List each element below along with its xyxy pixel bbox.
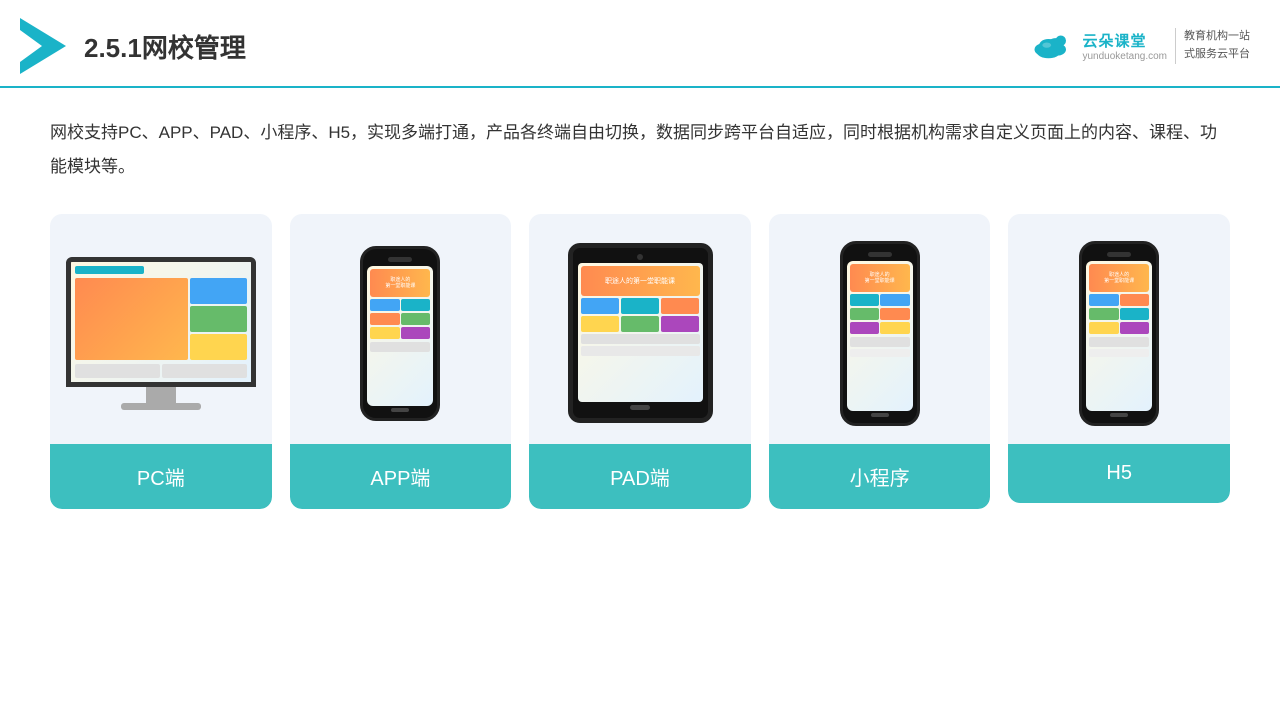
phone-screen-app: 职途人的第一堂职能课 <box>367 266 433 406</box>
phone-home-mini <box>871 413 889 417</box>
phone-screen-h5: 职途人的第一堂职能课 <box>1086 261 1152 411</box>
phone-mockup-app: 职途人的第一堂职能课 <box>360 246 440 421</box>
card-miniprogram: 职途人的第一堂职能课 <box>769 214 991 509</box>
brand-name: 云朵课堂 <box>1082 30 1146 51</box>
pc-screen <box>66 257 256 387</box>
cards-row: PC端 职途人的第一堂职能课 <box>50 214 1230 509</box>
phone-mockup-h5: 职途人的第一堂职能课 <box>1079 241 1159 426</box>
brand-cloud-icon <box>1030 32 1074 60</box>
card-pc: PC端 <box>50 214 272 509</box>
brand-slogan: 教育机构一站 式服务云平台 <box>1175 28 1250 63</box>
card-h5-image: 职途人的第一堂职能课 <box>1008 214 1230 444</box>
card-pc-image <box>50 214 272 444</box>
phone-notch-h5 <box>1107 252 1131 257</box>
card-label-miniprogram: 小程序 <box>769 444 991 509</box>
pc-mockup <box>66 257 256 410</box>
description-text: 网校支持PC、APP、PAD、小程序、H5，实现多端打通，产品各终端自由切换，数… <box>50 116 1230 184</box>
card-pad: 职途人的第一堂职能课 <box>529 214 751 509</box>
phone-home <box>391 408 409 412</box>
phone-notch-mini <box>868 252 892 257</box>
card-h5: 职途人的第一堂职能课 <box>1008 214 1230 503</box>
card-label-pc: PC端 <box>50 444 272 509</box>
card-label-app: APP端 <box>290 444 512 509</box>
brand-info: 云朵课堂 yunduoketang.com <box>1082 30 1167 62</box>
tablet-mockup: 职途人的第一堂职能课 <box>568 243 713 423</box>
page-title: 2.5.1网校管理 <box>84 28 246 65</box>
tablet-screen: 职途人的第一堂职能课 <box>578 263 703 402</box>
card-app: 职途人的第一堂职能课 <box>290 214 512 509</box>
brand-url: yunduoketang.com <box>1082 51 1167 62</box>
card-label-h5: H5 <box>1008 444 1230 503</box>
phone-home-h5 <box>1110 413 1128 417</box>
header: 2.5.1网校管理 云朵课堂 yunduoketang.com 教育机构一站 式… <box>0 0 1280 88</box>
phone-screen-mini: 职途人的第一堂职能课 <box>847 261 913 411</box>
pc-stand <box>146 387 176 403</box>
tablet-home <box>630 405 650 410</box>
content-area: 网校支持PC、APP、PAD、小程序、H5，实现多端打通，产品各终端自由切换，数… <box>0 88 1280 529</box>
logo-icon <box>20 18 70 74</box>
phone-notch <box>388 257 412 262</box>
pc-base <box>121 403 201 410</box>
header-right: 云朵课堂 yunduoketang.com 教育机构一站 式服务云平台 <box>1030 28 1250 63</box>
card-app-image: 职途人的第一堂职能课 <box>290 214 512 444</box>
phone-mockup-miniprogram: 职途人的第一堂职能课 <box>840 241 920 426</box>
header-left: 2.5.1网校管理 <box>20 18 246 74</box>
tablet-camera <box>637 254 643 260</box>
card-pad-image: 职途人的第一堂职能课 <box>529 214 751 444</box>
card-miniprogram-image: 职途人的第一堂职能课 <box>769 214 991 444</box>
card-label-pad: PAD端 <box>529 444 751 509</box>
